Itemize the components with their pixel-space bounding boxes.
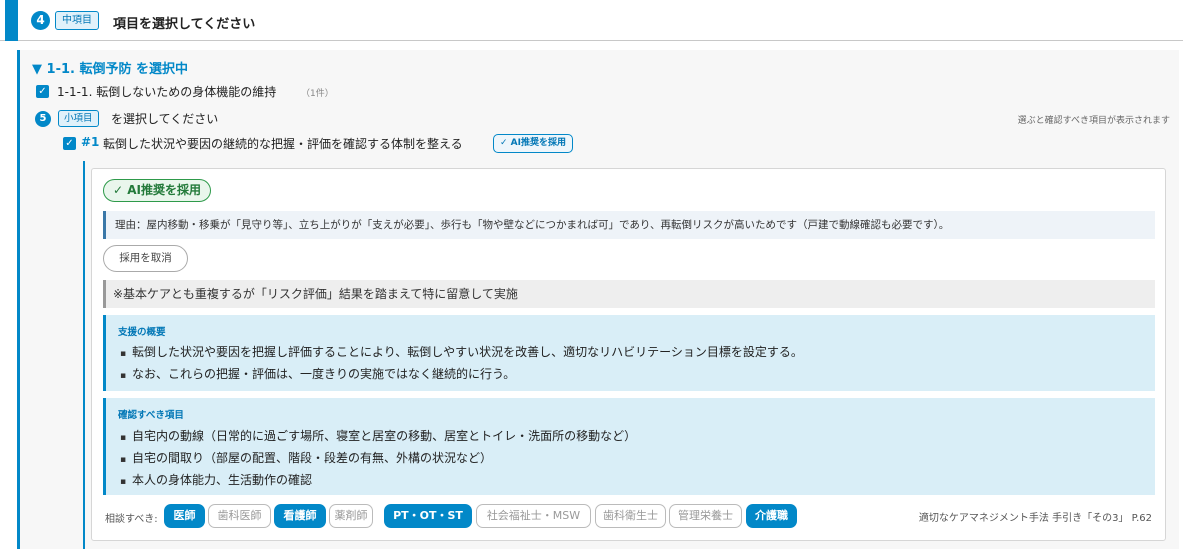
selection-panel: ▼ 1-1. 転倒予防 を選択中 ✓ 1-1-1. 転倒しないための身体機能の維…: [17, 50, 1179, 549]
consult-pill[interactable]: 社会福祉士・MSW: [476, 504, 591, 528]
item-1-label[interactable]: 転倒した状況や要因の継続的な把握・評価を確認する体制を整える: [103, 135, 463, 152]
support-summary-heading: 支援の概要: [118, 327, 166, 338]
support-summary-box: 支援の概要 転倒した状況や要因を把握し評価することにより、転倒しやすい状況を改善…: [103, 315, 1155, 391]
cancel-adoption-button[interactable]: 採用を取消: [103, 245, 188, 272]
ai-reason-text: 理由：屋内移動・移乗が「見守り等」、立ち上がりが「支えが必要」、歩行も「物や壁な…: [103, 211, 1155, 239]
consult-pill[interactable]: 看護師: [274, 504, 326, 528]
consult-label: 相談すべき:: [105, 514, 158, 525]
check-items-box: 確認すべき項目 自宅内の動線（日常的に過ごす場所、寝室と居室の移動、居室とトイレ…: [103, 398, 1155, 495]
ai-adopted-chip: ✓ AI推奨を採用: [493, 134, 573, 153]
item-111-count: （1件）: [301, 89, 334, 99]
detail-card: ✓ AI推奨を採用 理由：屋内移動・移乗が「見守り等」、立ち上がりが「支えが必要…: [91, 168, 1166, 541]
reference-text: 適切なケアマネジメント手法 手引き「その3」 P.62: [918, 513, 1152, 524]
step5-title: を選択してください: [111, 112, 219, 126]
consult-pill[interactable]: 歯科衛生士: [595, 504, 666, 528]
consult-pill[interactable]: 歯科医師: [208, 504, 271, 528]
item-111-checkbox[interactable]: ✓: [36, 85, 49, 98]
check-icon: ✓: [65, 138, 74, 149]
consult-pill[interactable]: 管理栄養士: [669, 504, 742, 528]
consult-pill[interactable]: 医師: [164, 504, 205, 528]
item-111-label[interactable]: 1-1-1. 転倒しないための身体機能の維持: [57, 83, 276, 100]
step4-header: 4 中項目 項目を選択してください: [0, 0, 1183, 41]
step4-category-tag: 中項目: [55, 11, 99, 30]
list-item: なお、これらの把握・評価は、一度きりの実施ではなく継続的に行う。: [120, 365, 515, 382]
tree-connector-line: [83, 161, 85, 549]
step5-category-tag: 小項目: [58, 110, 99, 127]
ai-adopted-badge: ✓ AI推奨を採用: [103, 179, 211, 202]
step4-title: 項目を選択してください: [113, 17, 256, 32]
consult-pill[interactable]: 薬剤師: [329, 504, 373, 528]
list-item: 転倒した状況や要因を把握し評価することにより、転倒しやすい状況を改善し、適切なリ…: [120, 343, 803, 360]
check-icon: ✓: [38, 86, 47, 97]
check-items-heading: 確認すべき項目: [118, 410, 184, 421]
item-1-number: #1: [81, 135, 100, 149]
step4-number-badge: 4: [31, 11, 50, 30]
step4-accent-bar: [5, 0, 18, 41]
list-item: 本人の身体能力、生活動作の確認: [120, 471, 312, 488]
list-item: 自宅内の動線（日常的に過ごす場所、寝室と居室の移動、居室とトイレ・洗面所の移動な…: [120, 427, 636, 444]
step5-hint: 選ぶと確認すべき項目が表示されます: [1017, 116, 1170, 126]
section-title[interactable]: ▼ 1-1. 転倒予防 を選択中: [32, 58, 188, 77]
list-item: 自宅の間取り（部屋の配置、階段・段差の有無、外構の状況など）: [120, 449, 492, 466]
step5-number-badge: 5: [35, 111, 51, 127]
item-1-checkbox[interactable]: ✓: [63, 137, 76, 150]
consult-pill[interactable]: PT・OT・ST: [384, 504, 472, 528]
consult-pill[interactable]: 介護職: [746, 504, 797, 528]
care-note: ※基本ケアとも重複するが「リスク評価」結果を踏まえて特に留意して実施: [103, 280, 1155, 308]
